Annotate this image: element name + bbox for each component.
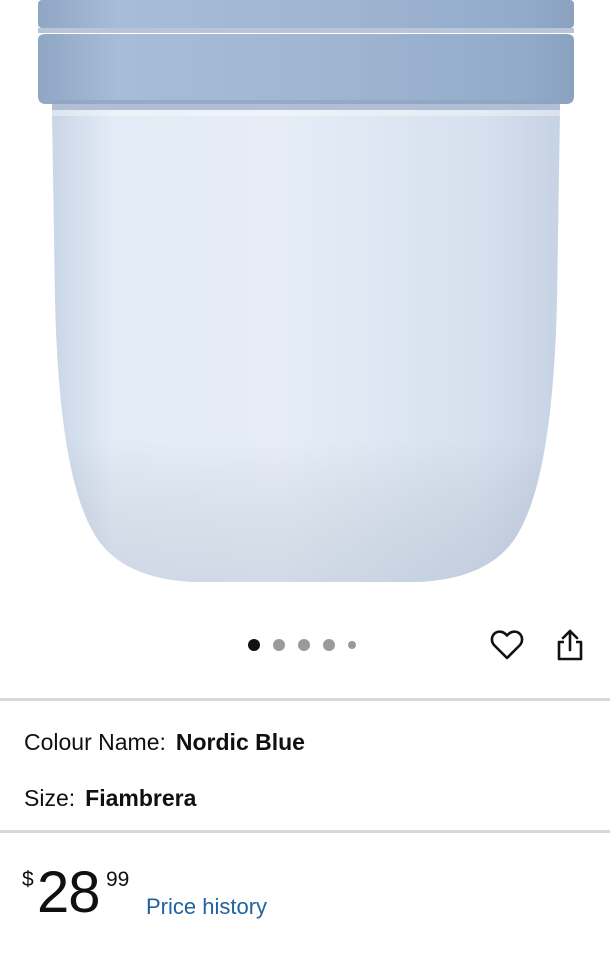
section-divider: [0, 830, 610, 833]
product-image[interactable]: [0, 0, 610, 600]
carousel-dot-2[interactable]: [273, 639, 285, 651]
carousel-dot-3[interactable]: [298, 639, 310, 651]
price-currency-symbol: $: [22, 868, 34, 891]
carousel-dot-1[interactable]: [248, 639, 260, 651]
add-to-wishlist-button[interactable]: [488, 626, 526, 664]
section-divider: [0, 698, 610, 701]
colour-variation[interactable]: Colour Name: Nordic Blue: [24, 727, 305, 757]
share-icon: [557, 629, 583, 661]
price-history-link[interactable]: Price history: [146, 893, 267, 921]
heart-icon: [490, 630, 524, 660]
carousel-dot-4[interactable]: [323, 639, 335, 651]
lid-top-ring: [38, 0, 574, 28]
share-button[interactable]: [551, 626, 589, 664]
colour-label: Colour Name:: [24, 729, 166, 755]
price-fraction: 99: [106, 868, 130, 891]
colour-value: Nordic Blue: [175, 729, 305, 755]
product-illustration: [38, 0, 574, 582]
carousel-indicator[interactable]: [248, 637, 356, 653]
price-block: $ 28 99 Price history: [22, 858, 582, 928]
lid-bottom-ring: [38, 34, 574, 104]
carousel-dot-5[interactable]: [348, 641, 356, 649]
size-variation[interactable]: Size: Fiambrera: [24, 783, 196, 813]
image-carousel-controls: [0, 620, 610, 670]
price-whole: 28: [37, 860, 101, 925]
size-value: Fiambrera: [85, 785, 197, 811]
size-label: Size:: [24, 785, 76, 811]
